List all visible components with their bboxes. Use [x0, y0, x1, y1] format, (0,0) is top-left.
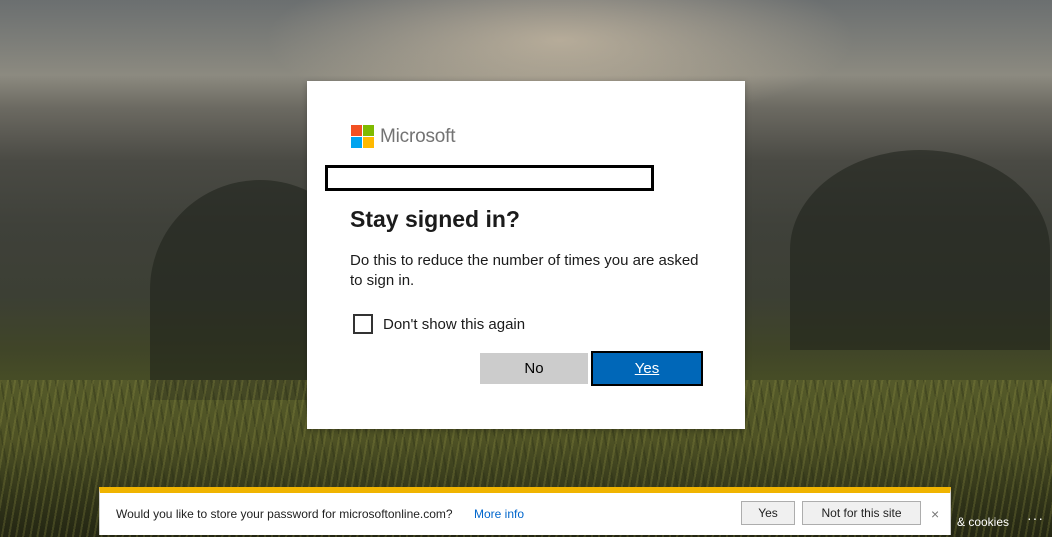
more-info-link[interactable]: More info: [474, 507, 524, 521]
logo-red-square: [351, 125, 362, 136]
more-options-icon[interactable]: ···: [1027, 510, 1044, 526]
logo-blue-square: [351, 137, 362, 148]
password-save-message: Would you like to store your password fo…: [116, 507, 453, 521]
brand-name: Microsoft: [380, 125, 456, 147]
not-for-this-site-button[interactable]: Not for this site: [802, 501, 921, 525]
redacted-account-field: [325, 165, 654, 191]
background-hill-right: [790, 150, 1050, 350]
dialog-description: Do this to reduce the number of times yo…: [350, 252, 699, 289]
no-button[interactable]: No: [480, 353, 588, 384]
password-save-notification-bar: Would you like to store your password fo…: [99, 487, 951, 535]
brand: Microsoft: [351, 125, 455, 148]
logo-yellow-square: [363, 137, 374, 148]
yes-button[interactable]: Yes: [591, 351, 703, 386]
logo-green-square: [363, 125, 374, 136]
dialog-title: Stay signed in?: [350, 206, 520, 232]
save-password-yes-button[interactable]: Yes: [741, 501, 795, 525]
dont-show-again-row[interactable]: Don't show this again: [353, 314, 525, 334]
dont-show-again-label[interactable]: Don't show this again: [383, 316, 525, 333]
close-icon[interactable]: ×: [931, 506, 939, 522]
stay-signed-in-dialog: Microsoft Stay signed in? Do this to red…: [307, 81, 745, 429]
dont-show-again-checkbox[interactable]: [353, 314, 373, 334]
microsoft-logo-icon: [351, 125, 374, 148]
footer-cookies-link[interactable]: & cookies: [957, 515, 1009, 529]
